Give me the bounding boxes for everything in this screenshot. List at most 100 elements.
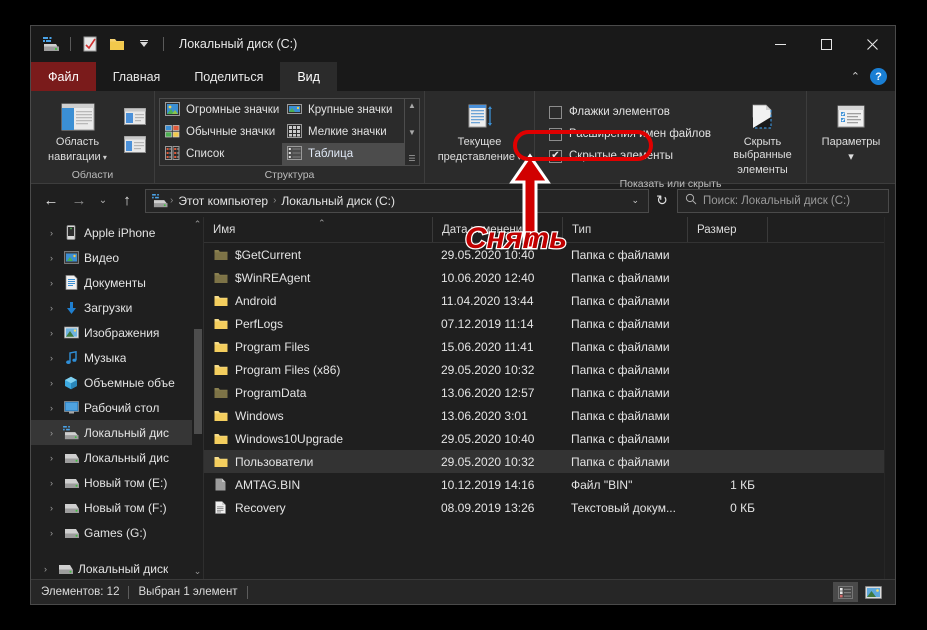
options-button[interactable]: Параметры ▾ — [813, 96, 889, 164]
column-header-name[interactable]: Имя ⌃ — [204, 217, 432, 242]
sidebar-item-local-disk-c[interactable]: › Локальный дис — [31, 420, 203, 445]
expander-icon[interactable]: › — [45, 253, 58, 263]
scroll-down-icon[interactable]: ⌄ — [194, 566, 202, 577]
drive-icon[interactable] — [40, 33, 62, 55]
current-view-button[interactable]: Текущее представление ▾ — [431, 96, 528, 164]
minimize-button[interactable] — [757, 26, 803, 62]
search-input[interactable]: Поиск: Локальный диск (C:) — [677, 188, 889, 213]
table-row[interactable]: Windows10Upgrade 29.05.2020 10:40 Папка … — [204, 427, 884, 450]
table-row[interactable]: Windows 13.06.2020 3:01 Папка с файлами — [204, 404, 884, 427]
table-row[interactable]: ProgramData 13.06.2020 12:57 Папка с фай… — [204, 381, 884, 404]
expander-icon[interactable]: › — [45, 503, 58, 513]
table-row[interactable]: $GetCurrent 29.05.2020 10:40 Папка с фай… — [204, 243, 884, 266]
sidebar-item-new-volume-f[interactable]: › Новый том (F:) — [31, 495, 203, 520]
hide-selected-items-button[interactable]: Скрыть выбранные элементы — [725, 96, 800, 177]
expander-icon[interactable]: › — [45, 478, 58, 488]
customize-chevron-icon[interactable] — [133, 33, 155, 55]
table-row[interactable]: Program Files 15.06.2020 11:41 Папка с ф… — [204, 335, 884, 358]
forward-button[interactable]: → — [65, 188, 93, 214]
gallery-scroll-up-icon[interactable]: ▲ — [408, 101, 416, 110]
details-view-button[interactable] — [833, 582, 858, 602]
column-header-extra[interactable] — [767, 217, 884, 242]
current-view-caret-icon[interactable]: ▾ — [515, 153, 521, 162]
sidebar-item-documents[interactable]: › Документы — [31, 270, 203, 295]
list-view-icon — [165, 145, 180, 163]
column-header-type[interactable]: Тип — [562, 217, 687, 242]
table-row[interactable]: $WinREAgent 10.06.2020 12:40 Папка с фай… — [204, 266, 884, 289]
file-list-scrollbar[interactable] — [884, 217, 895, 579]
help-icon[interactable]: ? — [870, 68, 887, 85]
layout-gallery-scrollbar[interactable]: ▲ ▼ ☰ — [404, 99, 419, 165]
hidden-items-checkbox[interactable] — [549, 149, 562, 163]
sidebar-item-downloads[interactable]: › Загрузки — [31, 295, 203, 320]
column-header-date[interactable]: Дата изменения — [432, 217, 562, 242]
gallery-scroll-down-icon[interactable]: ▼ — [408, 128, 416, 137]
options-caret-icon[interactable]: ▾ — [848, 151, 854, 164]
recent-locations-button[interactable]: ⌄ — [93, 188, 113, 214]
properties-icon[interactable] — [79, 33, 101, 55]
expander-icon[interactable]: › — [45, 228, 58, 238]
table-row[interactable]: Пользователи 29.05.2020 10:32 Папка с фа… — [204, 450, 884, 473]
breadcrumb-item-this-pc[interactable]: Этот компьютер — [174, 194, 272, 208]
tab-file[interactable]: Файл — [31, 62, 96, 91]
expander-icon[interactable]: › — [45, 378, 58, 388]
sidebar-item-pictures[interactable]: › Изображения — [31, 320, 203, 345]
checkbox-hidden-items[interactable]: Скрытые элементы — [549, 146, 711, 166]
layout-large-icons[interactable]: Крупные значки — [282, 99, 404, 121]
maximize-button[interactable] — [803, 26, 849, 62]
sidebar-item-apple-iphone[interactable]: › Apple iPhone — [31, 220, 203, 245]
layout-list[interactable]: Список — [160, 143, 282, 165]
table-row[interactable]: Android 11.04.2020 13:44 Папка с файлами — [204, 289, 884, 312]
layout-extra-large-icons[interactable]: Огромные значки — [160, 99, 282, 121]
sidebar-item-games-g[interactable]: › Games (G:) — [31, 520, 203, 545]
navigation-pane-caret-icon[interactable]: ▾ — [101, 153, 107, 162]
item-checkboxes-checkbox[interactable] — [549, 105, 562, 119]
sidebar-item-new-volume-e[interactable]: › Новый том (E:) — [31, 470, 203, 495]
breadcrumb-dropdown-icon[interactable]: ⌄ — [626, 195, 644, 206]
expander-icon[interactable]: › — [45, 303, 58, 313]
back-button[interactable]: ← — [37, 188, 65, 214]
layout-details[interactable]: Таблица — [282, 143, 404, 165]
expander-icon[interactable]: › — [45, 528, 58, 538]
sidebar-item-local-disk-d[interactable]: › Локальный дис — [31, 445, 203, 470]
layout-medium-icons[interactable]: Обычные значки — [160, 121, 282, 143]
tab-view[interactable]: Вид — [280, 62, 337, 91]
checkbox-file-extensions[interactable]: Расширения имен файлов — [549, 124, 711, 144]
checkbox-item-checkboxes[interactable]: Флажки элементов — [549, 102, 711, 122]
column-header-size[interactable]: Размер — [687, 217, 767, 242]
table-row[interactable]: Recovery 08.09.2019 13:26 Текстовый доку… — [204, 496, 884, 519]
sidebar-item-music[interactable]: › Музыка — [31, 345, 203, 370]
file-extensions-checkbox[interactable] — [549, 127, 562, 141]
sidebar-item-network-local-disk[interactable]: › Локальный диск — [31, 556, 203, 579]
layout-small-icons[interactable]: Мелкие значки — [282, 121, 404, 143]
collapse-ribbon-icon[interactable]: ⌃ — [851, 70, 860, 83]
sidebar-item-videos[interactable]: › Видео — [31, 245, 203, 270]
close-button[interactable] — [849, 26, 895, 62]
row-type-cell: Папка с файлами — [571, 270, 670, 285]
new-folder-icon[interactable] — [106, 33, 128, 55]
breadcrumb-item-local-disk[interactable]: Локальный диск (C:) — [277, 194, 399, 208]
table-row[interactable]: AMTAG.BIN 10.12.2019 14:16 Файл "BIN" 1 … — [204, 473, 884, 496]
expander-icon[interactable]: › — [45, 428, 58, 438]
tab-share[interactable]: Поделиться — [177, 62, 280, 91]
expander-icon[interactable]: › — [45, 453, 58, 463]
up-button[interactable]: ↑ — [113, 188, 141, 214]
scroll-up-icon[interactable]: ⌃ — [194, 219, 202, 230]
breadcrumb[interactable]: › Этот компьютер › Локальный диск (C:) ⌄ — [145, 188, 649, 213]
expander-icon[interactable]: › — [39, 564, 52, 574]
navigation-pane-scroll-thumb[interactable] — [194, 329, 202, 434]
table-row[interactable]: PerfLogs 07.12.2019 11:14 Папка с файлам… — [204, 312, 884, 335]
details-pane-icon[interactable] — [122, 132, 148, 156]
expander-icon[interactable]: › — [45, 278, 58, 288]
navigation-pane-button[interactable]: Область навигации ▾ — [37, 96, 118, 164]
gallery-expand-icon[interactable]: ☰ — [408, 154, 415, 163]
expander-icon[interactable]: › — [45, 353, 58, 363]
preview-pane-icon[interactable] — [122, 104, 148, 128]
sidebar-item-3d-objects[interactable]: › Объемные объе — [31, 370, 203, 395]
expander-icon[interactable]: › — [45, 328, 58, 338]
expander-icon[interactable]: › — [45, 403, 58, 413]
table-row[interactable]: Program Files (x86) 29.05.2020 10:32 Пап… — [204, 358, 884, 381]
tab-home[interactable]: Главная — [96, 62, 178, 91]
sidebar-item-desktop[interactable]: › Рабочий стол — [31, 395, 203, 420]
large-icons-view-button[interactable] — [861, 582, 886, 602]
